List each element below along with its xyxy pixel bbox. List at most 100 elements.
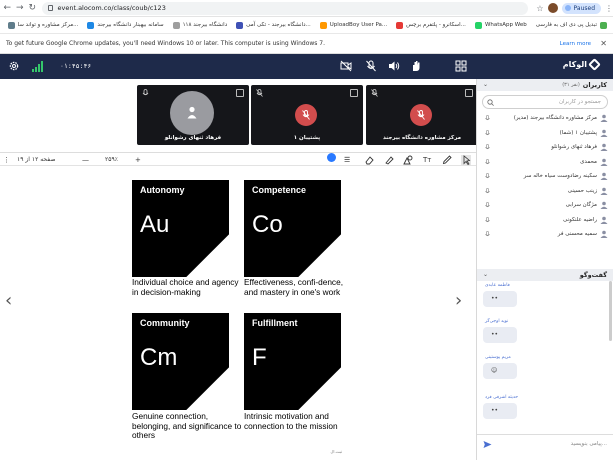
profile-avatar[interactable] [547,3,558,13]
mic-off-icon [302,110,310,120]
chat-panel-header[interactable]: ⌄ گفت‌وگو [477,269,613,281]
right-sidebar: ⌄ (۳۱ نفر) کاربران جستجو در کاربران مرکز… [476,79,613,460]
message-sender: نوید اوجی‌گر [485,319,509,324]
user-icon [600,172,608,180]
app-logo: الوکام [562,58,601,71]
bookmark-favicon-icon [319,21,327,29]
users-panel-header[interactable]: ⌄ (۳۱ نفر) کاربران [477,79,613,91]
user-icon [600,158,608,166]
menu-icon[interactable]: ⋮ [605,4,613,13]
grid-layout-icon[interactable] [455,60,467,72]
fullscreen-icon[interactable] [236,89,244,97]
reload-icon[interactable]: ↻ [27,2,38,14]
eraser-icon[interactable] [364,155,374,165]
video-tile[interactable]: پشتیبان ۱ [251,85,363,145]
mic-icon [485,173,490,179]
collapse-chevron-icon[interactable]: ⌄ [483,271,488,278]
url-field[interactable]: event.alocom.co/class/coub/c123 [41,1,529,15]
chat-message: حدیثه اشرفی فرد •• [483,395,518,419]
user-list-item[interactable]: فرهاد ثنهای رشوانلو [477,140,613,155]
user-icon [187,106,197,119]
bookmark-favicon-icon [87,21,95,29]
chat-message: نوید اوجی‌گر •• [483,319,517,343]
slide-credit: ثبت.ال [330,449,342,454]
card-symbol: Co [252,211,283,238]
card-symbol: F [252,344,267,371]
bookmark-item[interactable]: سامانه بیهبنار دانشگاه بیرجند [87,21,164,29]
line-width-icon[interactable]: ☰ [344,155,350,165]
gear-icon[interactable] [8,60,20,72]
message-text: ☺ [491,367,498,374]
close-icon[interactable]: ✕ [600,39,607,48]
bookmark-item[interactable]: تبدیل پی دی اف به فارسی [536,21,607,29]
users-search-input[interactable]: جستجو در کاربران [482,95,608,109]
text-tool-icon[interactable]: Tт [423,155,431,165]
video-tile[interactable]: مرکز مشاوره دانشگاه بیرجند [366,85,478,145]
user-list-item[interactable]: مژگان سرابی [477,198,613,213]
bookmark-item[interactable]: دانشگاه بیرجند - تکی آمی... [236,21,311,29]
bookmark-item[interactable]: مرکز مشاوره و تواند سا... [7,21,78,29]
user-list-item[interactable]: سمیه محسنی فر [477,227,613,242]
message-bubble: •• [483,403,517,419]
bookmark-star-icon[interactable]: ☆ [536,4,543,13]
fullscreen-icon[interactable] [465,89,473,97]
screen: ← → ↻ event.alocom.co/class/coub/c123 ☆ … [0,0,613,460]
message-text: •• [491,295,499,302]
mic-icon [485,158,490,164]
user-list-item[interactable]: محمدی [477,155,613,170]
raise-hand-icon[interactable] [410,60,422,72]
select-pointer-icon[interactable] [461,155,471,165]
user-name: راضیه علنکونی [563,216,597,223]
whiteboard-canvas[interactable]: ‹ › Autonomy Au Individual choice and ag… [0,167,476,460]
pen-icon[interactable] [442,155,452,165]
camera-off-icon[interactable] [340,60,352,72]
bookmark-item[interactable]: اسکانرو - پلتفرم برچس... [396,21,466,29]
page-prev-icon[interactable]: — [82,155,89,165]
user-name: زینب حسینی [567,187,597,194]
speaker-icon[interactable] [388,60,400,72]
user-list-item[interactable]: پشتیبان ۱ (شما) [477,126,613,141]
zoom-in-icon[interactable]: + [135,155,141,165]
session-timer: ۰۱:۴۵:۴۶ [60,62,92,70]
shapes-icon[interactable] [403,155,413,165]
users-list: مرکز مشاوره دانشگاه بیرجند (مدیر) پشتیبان… [477,111,613,242]
user-name: مژگان سرابی [565,202,597,208]
infobar-message: To get future Google Chrome updates, you… [6,40,326,47]
user-icon [600,143,608,151]
user-list-item[interactable]: سکینه رضادوست سیاه خاله سر [477,169,613,184]
user-name: مرکز مشاوره دانشگاه بیرجند (مدیر) [513,115,597,121]
next-slide-icon[interactable]: › [455,290,462,311]
bookmark-favicon-icon [172,21,180,29]
back-icon[interactable]: ← [2,2,13,14]
app-logo-text: الوکام [562,60,587,69]
send-icon[interactable] [483,440,492,449]
chat-title: گفت‌وگو [579,271,607,279]
bookmark-favicon-icon [236,21,244,29]
fullscreen-icon[interactable] [350,89,358,97]
learn-more-link[interactable]: Learn more [560,41,591,47]
tile-participant-name: فرهاد ثنهای رشوانلو [164,135,222,141]
user-icon [600,216,608,224]
video-tiles-strip: فرهاد ثنهای رشوانلو پشتیبان ۱ مرکز مشاور… [0,79,478,152]
bookmark-item[interactable]: UploadBoy User Pa... [319,21,387,29]
user-list-item[interactable]: زینب حسینی [477,184,613,199]
bookmarks-bar: تبدیل پی دی اف به فارسی WhatsApp Web اسک… [0,17,613,34]
user-list-item[interactable]: مرکز مشاوره دانشگاه بیرجند (مدیر) [477,111,613,126]
more-options-icon[interactable]: ⋮ [3,155,10,165]
user-icon [600,129,608,137]
collapse-chevron-icon[interactable]: ⌄ [483,81,488,88]
video-tile[interactable]: فرهاد ثنهای رشوانلو [137,85,249,145]
mic-off-icon[interactable] [365,60,377,72]
bookmark-favicon-icon [396,21,404,29]
user-list-item[interactable]: راضیه علنکونی [477,213,613,228]
forward-icon[interactable]: → [15,2,26,14]
previous-slide-icon[interactable]: ‹ [5,290,12,311]
bookmark-item[interactable]: WhatsApp Web [474,21,527,29]
chat-scrollbar[interactable] [609,281,612,341]
bookmark-item[interactable]: ۱۱۸ دانشگاه بیرجند [172,21,227,29]
chat-input[interactable]: پیامی بنویسید... [477,434,613,454]
pen-color-swatch[interactable] [327,153,336,162]
highlighter-icon[interactable] [384,155,394,165]
paused-button[interactable]: Paused [561,2,602,14]
connection-signal-icon [32,61,44,72]
